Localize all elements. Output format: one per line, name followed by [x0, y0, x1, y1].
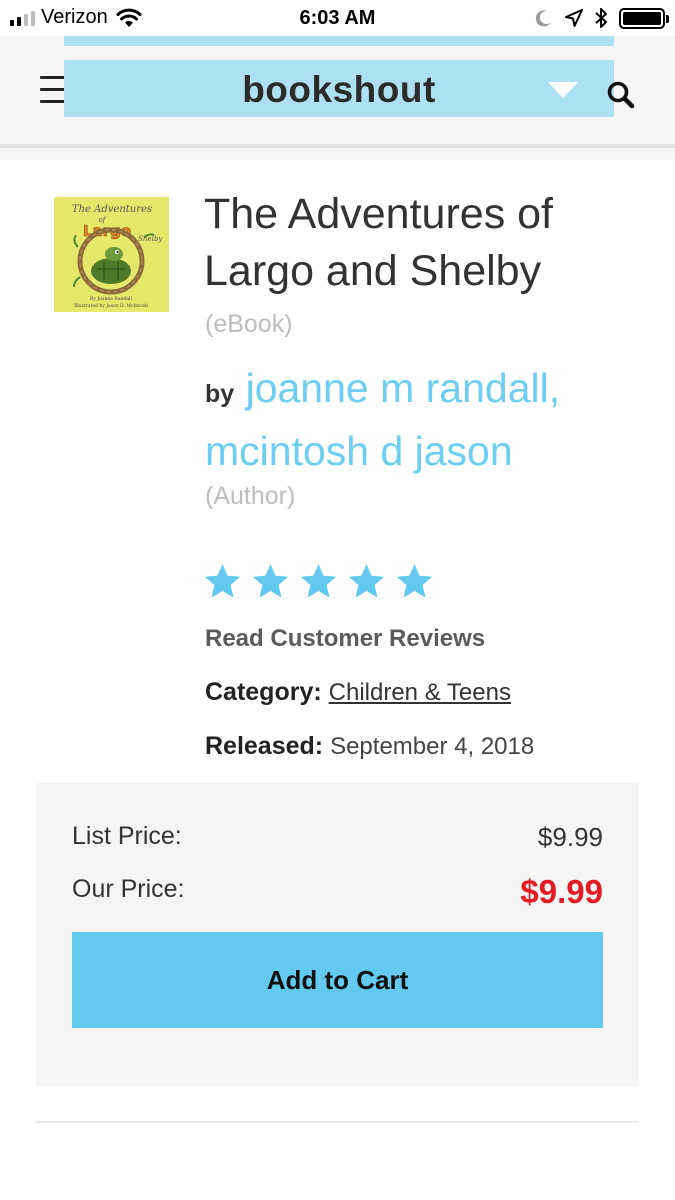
site-logo[interactable]: bookshout [64, 60, 614, 117]
cover-art: The Adventures of Largo & Shelby By Joan… [54, 197, 169, 312]
released-row: Released: September 4, 2018 [205, 732, 534, 761]
book-format: (eBook) [205, 310, 293, 338]
author-link-joanne[interactable]: joanne m randall, [246, 365, 561, 411]
category-row: Category: Children & Teens [205, 678, 511, 707]
by-label: by [205, 380, 235, 408]
list-price-value: $9.99 [537, 822, 603, 852]
status-right [535, 7, 669, 29]
bottom-divider [36, 1121, 639, 1123]
search-icon[interactable] [606, 80, 636, 110]
star-icon [252, 564, 289, 598]
location-arrow-icon [565, 9, 583, 27]
author-line: by joanne m randall, mcintosh d jason [205, 360, 645, 480]
book-title: The Adventures of Largo and Shelby [204, 190, 553, 295]
read-reviews-link[interactable]: Read Customer Reviews [205, 625, 485, 653]
dropdown-icon[interactable] [548, 82, 578, 98]
cover-author-line: By Joanne Randall [90, 296, 132, 302]
moon-icon [535, 10, 551, 27]
cover-illustrator-line: Illustrated by Jason D. McIntosh [74, 303, 148, 309]
category-label: Category: [205, 678, 322, 706]
star-icon [300, 564, 337, 598]
add-to-cart-button[interactable]: Add to Cart [72, 932, 603, 1028]
header-divider [0, 144, 675, 148]
category-link[interactable]: Children & Teens [329, 679, 511, 706]
rating-stars [203, 563, 434, 601]
star-icon [348, 564, 385, 598]
star-icon [204, 564, 241, 598]
battery-icon [619, 7, 669, 29]
bluetooth-icon [595, 8, 607, 28]
author-link-mcintosh[interactable]: mcintosh d jason [205, 428, 513, 474]
our-price-label: Our Price: [72, 875, 185, 903]
list-price-label: List Price: [72, 822, 182, 850]
released-date: September 4, 2018 [330, 733, 535, 760]
book-cover-image[interactable]: The Adventures of Largo & Shelby By Joan… [54, 197, 169, 312]
star-icon [396, 564, 433, 598]
status-bar: Verizon 6:03 AM [0, 0, 675, 36]
banner-strip [64, 36, 614, 46]
released-label: Released: [205, 732, 324, 760]
our-price-value: $9.99 [520, 873, 603, 910]
cover-title-line1: The Adventures [72, 204, 152, 215]
author-role: (Author) [205, 482, 296, 510]
